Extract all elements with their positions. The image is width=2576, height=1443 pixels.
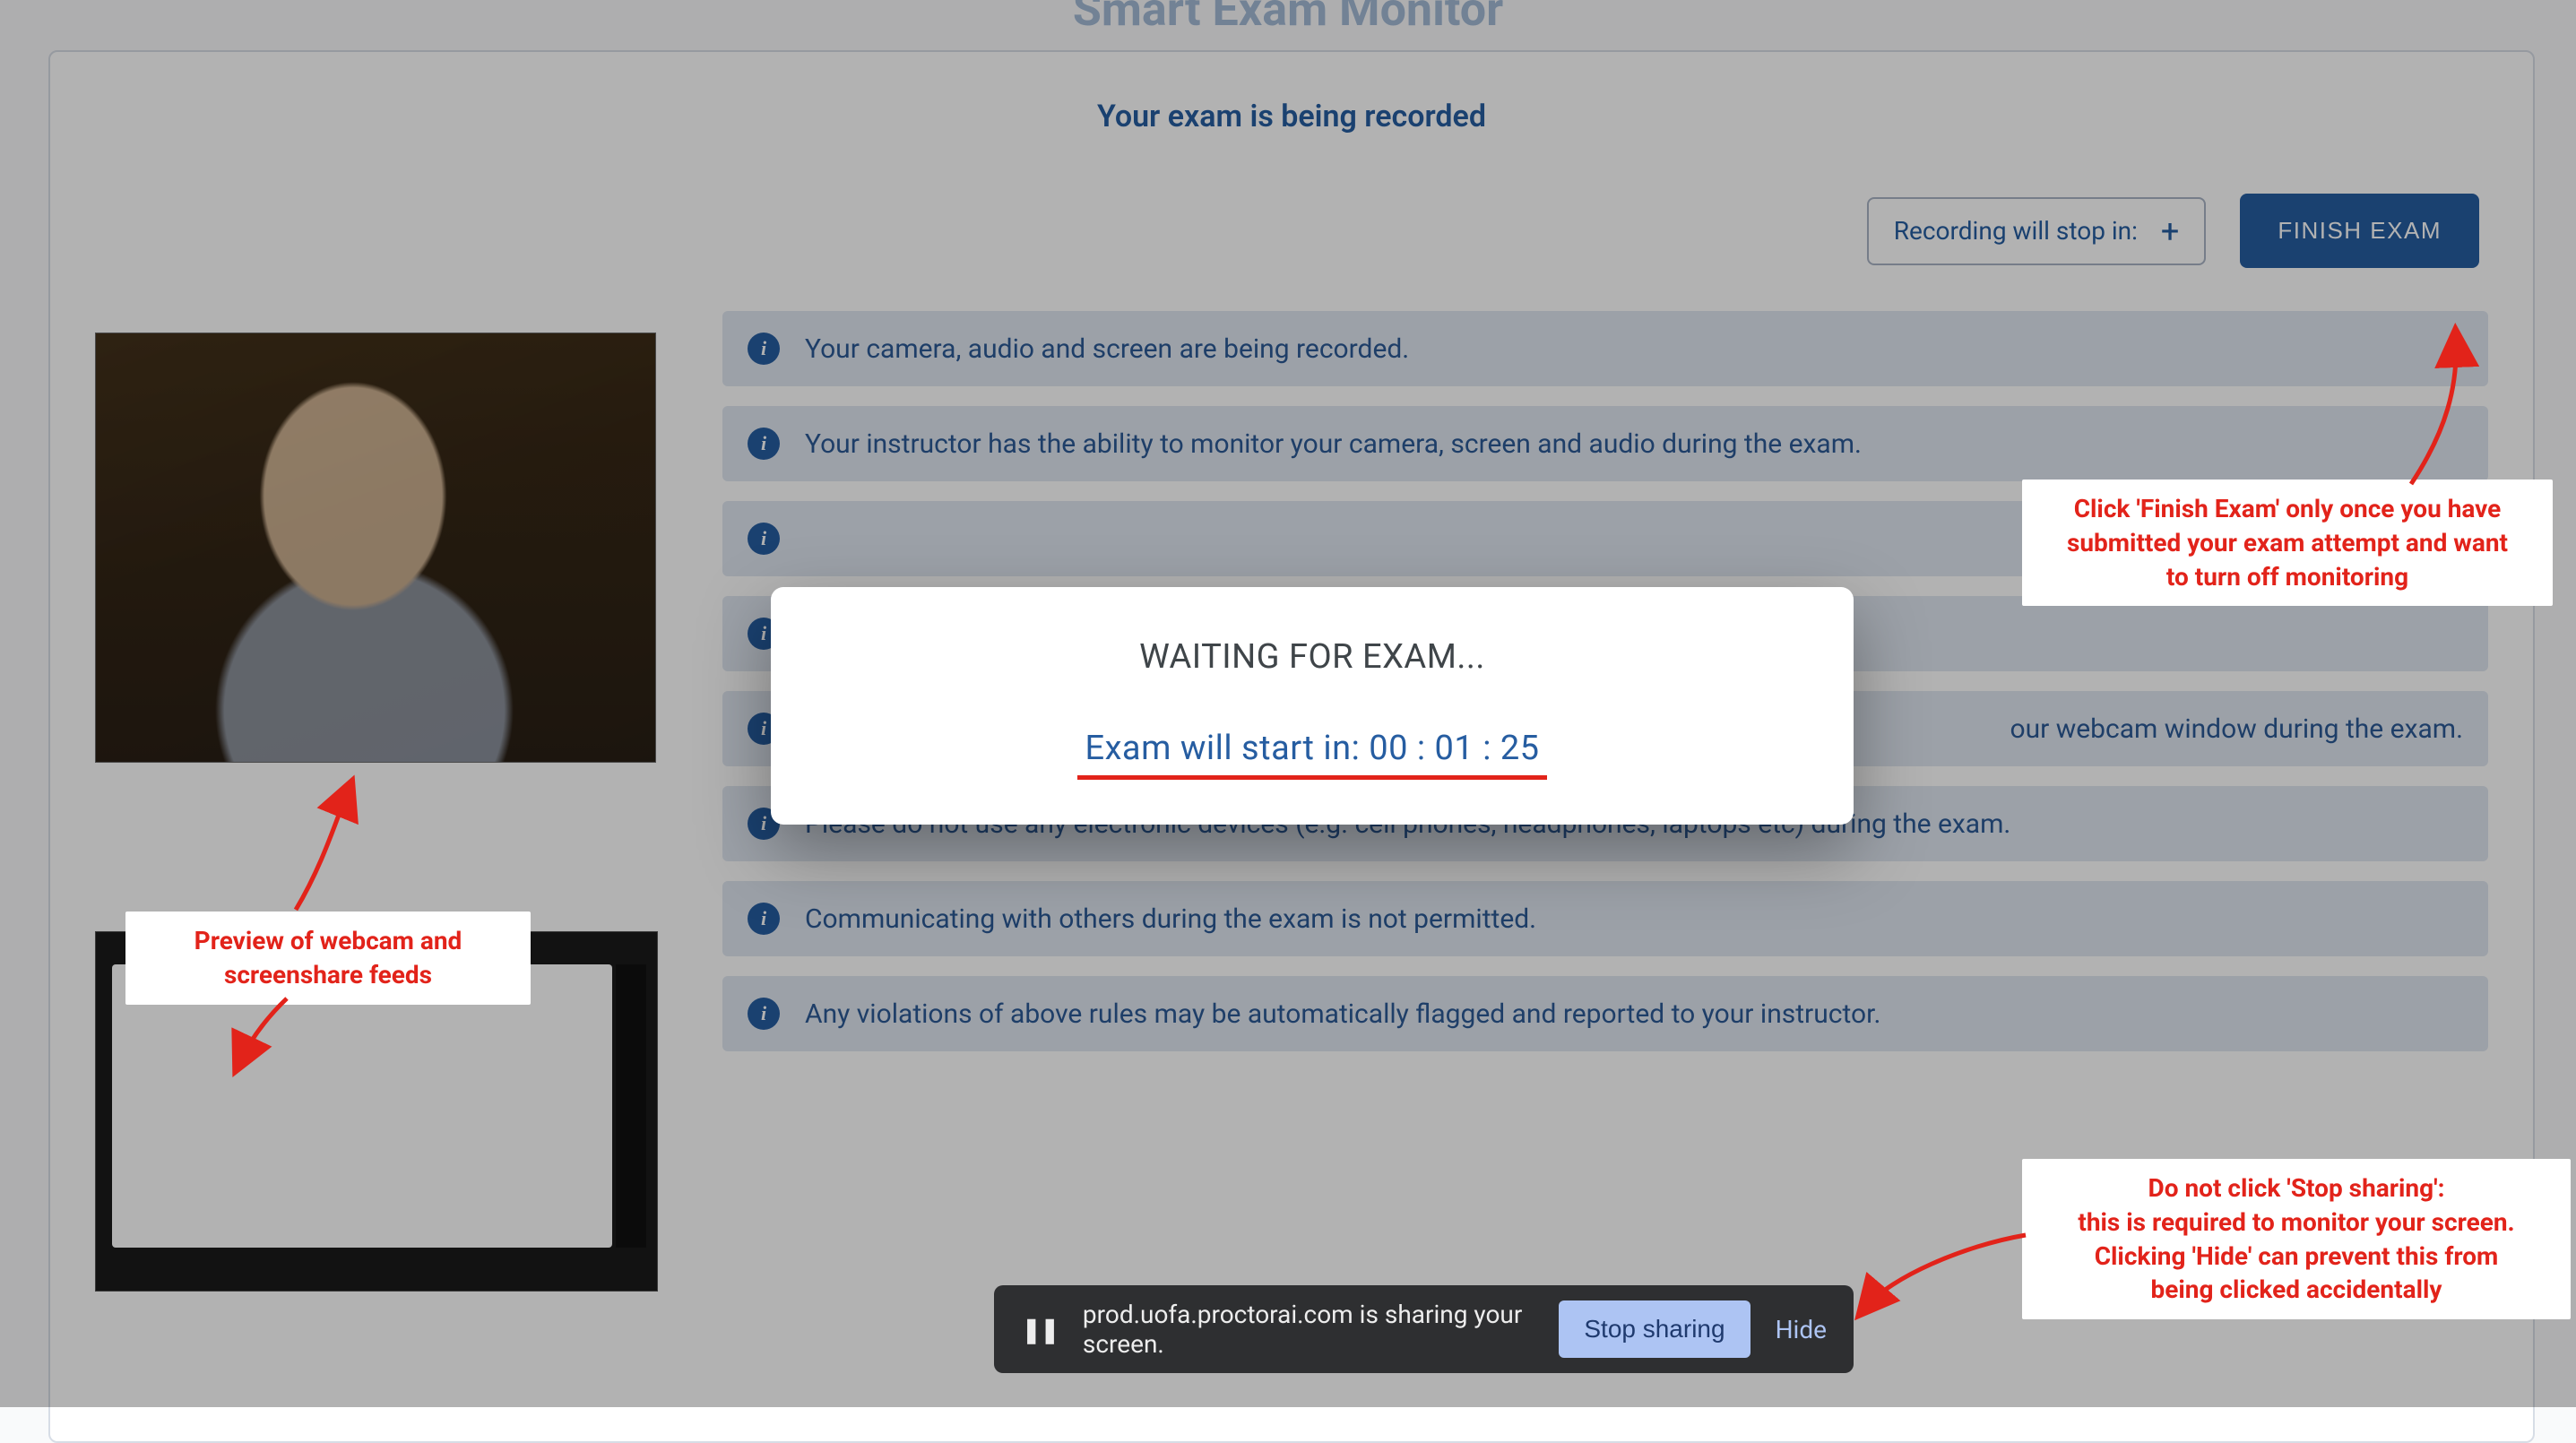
info-row: i Your instructor has the ability to mon… [722,406,2488,481]
countdown-value: 00 : 01 : 25 [1369,729,1539,768]
info-icon: i [748,428,780,460]
countdown-prefix: Exam will start in: [1085,729,1369,768]
recording-subtitle: Your exam is being recorded [95,99,2488,134]
hide-button[interactable]: Hide [1776,1315,1827,1344]
arrow-icon [1855,1228,2062,1335]
arrow-icon [2330,332,2510,511]
annotation-text: Clicking 'Hide' can prevent this from [2040,1240,2553,1274]
waiting-label: WAITING FOR EXAM... [807,637,1818,677]
info-text: Your camera, audio and screen are being … [805,333,1409,365]
info-text: Your instructor has the ability to monit… [805,428,1862,460]
countdown: Exam will start in: 00 : 01 : 25 [1077,729,1546,780]
info-icon: i [748,333,780,365]
info-text: Communicating with others during the exa… [805,903,1536,935]
info-row: i Any violations of above rules may be a… [722,976,2488,1051]
arrow-icon [233,993,341,1083]
annotation-text: submitted your exam attempt and want [2040,526,2535,560]
info-row: i Communicating with others during the e… [722,881,2488,956]
stop-sharing-button[interactable]: Stop sharing [1559,1300,1750,1358]
finish-exam-button[interactable]: FINISH EXAM [2240,194,2479,268]
info-text: Any violations of above rules may be aut… [805,998,1880,1030]
screenshare-message: prod.uofa.proctorai.com is sharing your … [1083,1300,1534,1359]
recording-stop-label: Recording will stop in: [1894,216,2138,246]
screenshare-bar: ❚❚ prod.uofa.proctorai.com is sharing yo… [994,1285,1854,1373]
info-row: i Your camera, audio and screen are bein… [722,311,2488,386]
top-controls: Recording will stop in: + FINISH EXAM [95,194,2479,268]
info-icon: i [748,903,780,935]
webcam-preview [95,333,656,763]
arrow-icon [269,784,394,928]
app-title: Smart Exam Monitor [0,0,2576,37]
annotation-stop-sharing: Do not click 'Stop sharing': this is req… [2022,1159,2571,1319]
info-icon: i [748,523,780,555]
annotation-text: Preview of webcam and screenshare feeds [143,924,513,992]
info-icon: i [748,998,780,1030]
annotation-text: this is required to monitor your screen. [2040,1205,2553,1240]
annotation-text: being clicked accidentally [2040,1273,2553,1307]
info-text: our webcam window during the exam. [2010,713,2463,745]
pause-icon: ❚❚ [1021,1315,1058,1344]
annotation-text: Do not click 'Stop sharing': [2040,1171,2553,1205]
waiting-modal: WAITING FOR EXAM... Exam will start in: … [771,587,1854,825]
recording-stop-indicator[interactable]: Recording will stop in: + [1867,197,2207,265]
annotation-text: to turn off monitoring [2040,560,2535,594]
plus-icon: + [2161,215,2179,247]
